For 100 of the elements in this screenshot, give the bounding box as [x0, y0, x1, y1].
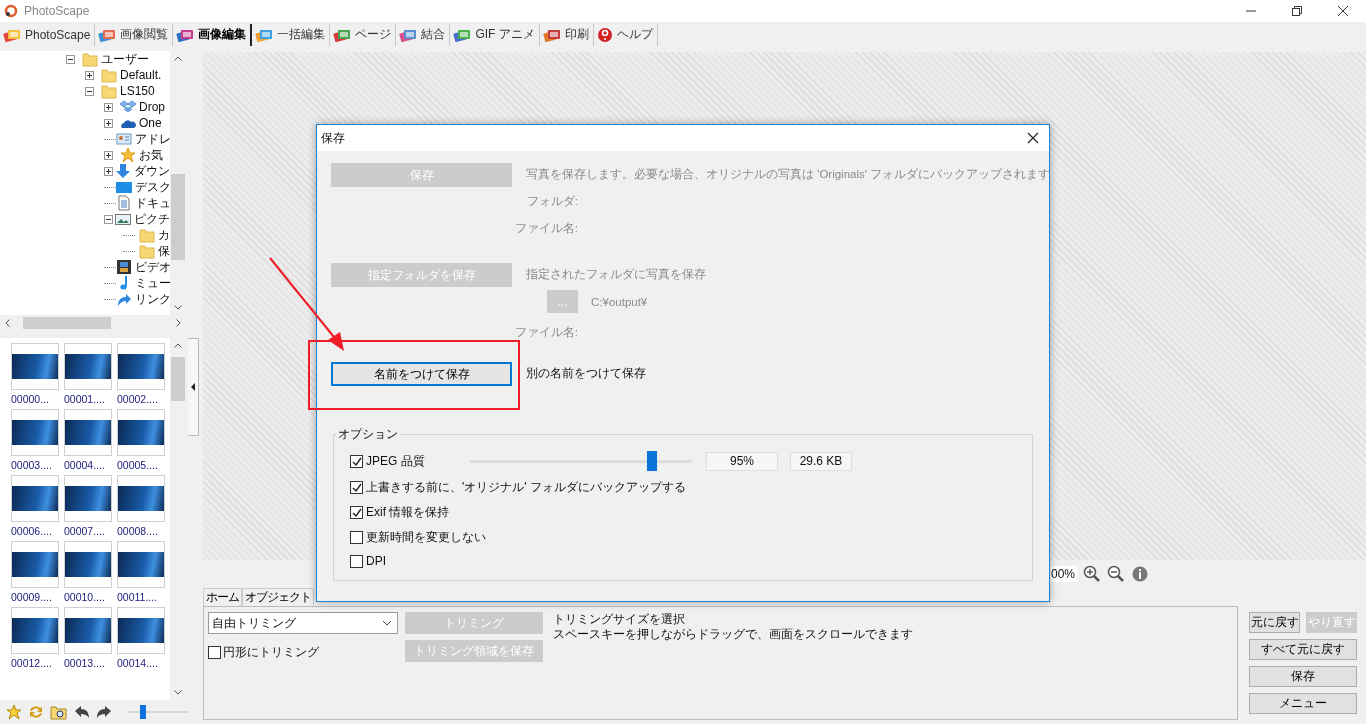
info-icon[interactable]	[1131, 565, 1149, 583]
tree-item[interactable]: お気	[139, 146, 163, 164]
main-tab[interactable]: PhotoScape	[0, 23, 96, 46]
collapse-icon[interactable]	[85, 86, 94, 96]
expand-icon[interactable]	[104, 102, 113, 112]
thumbnail-frame[interactable]	[117, 607, 165, 654]
tree-item[interactable]: LS150	[120, 84, 155, 98]
zoom-out-icon[interactable]	[1107, 565, 1125, 583]
thumbnail-frame[interactable]	[117, 343, 165, 390]
folder-path: C:¥output¥	[591, 295, 648, 308]
save-as-button[interactable]: 名前をつけて保存	[331, 362, 512, 386]
tree-item[interactable]: One	[139, 116, 162, 130]
thumbnail-frame[interactable]	[117, 409, 165, 456]
crop-mode-dropdown[interactable]: 自由トリミング	[208, 612, 398, 634]
thumbnail-frame[interactable]	[11, 343, 59, 390]
scrollbar-thumb[interactable]	[171, 174, 185, 260]
close-icon	[1338, 6, 1348, 16]
chevron-right-icon[interactable]	[176, 318, 181, 327]
checkbox[interactable]	[350, 531, 363, 544]
thumbnail-frame[interactable]	[11, 475, 59, 522]
tree-item[interactable]: ビデオ	[135, 258, 170, 276]
thumbnail-label: 00013....	[64, 657, 106, 669]
folder-search-icon[interactable]	[50, 704, 68, 720]
main-tab[interactable]: 画像閲覧	[95, 23, 174, 46]
field-label: ファイル名:	[514, 325, 578, 340]
thumbnail-label: 00000...	[11, 393, 50, 405]
tree-item[interactable]: アドレ	[135, 130, 170, 148]
main-tab[interactable]: ヘルプ	[593, 23, 658, 46]
thumbnail-label: 00003....	[11, 459, 53, 471]
chevron-up-icon[interactable]	[174, 56, 182, 61]
checkbox[interactable]	[350, 454, 363, 468]
scrollbar-thumb[interactable]	[171, 357, 185, 401]
thumbnail-frame[interactable]	[117, 541, 165, 588]
checkbox[interactable]	[350, 481, 363, 494]
description-text: 写真を保存します。必要な場合、オリジナルの写真は 'Originals' フォルダにバックアップされます	[526, 167, 1051, 182]
chevron-down-icon	[382, 620, 392, 626]
action-button[interactable]: すべて元に戻す	[1249, 639, 1357, 660]
tree-item[interactable]: ミュー	[135, 274, 170, 292]
thumbnail-frame[interactable]	[64, 541, 112, 588]
undo-icon[interactable]	[74, 704, 90, 720]
thumbnail-frame[interactable]	[64, 343, 112, 390]
tree-item[interactable]: ユーザー	[101, 51, 149, 68]
edit-tab[interactable]: オブジェクト	[242, 588, 314, 606]
tree-item[interactable]: Drop	[139, 100, 165, 114]
main-tab[interactable]: GIF アニメ	[450, 23, 540, 46]
chevron-down-icon[interactable]	[174, 305, 182, 310]
tree-item[interactable]: 保	[158, 242, 170, 260]
action-button[interactable]: 保存	[1249, 666, 1357, 687]
tree-item[interactable]: リンク	[135, 290, 170, 308]
main-tab[interactable]: ページ	[330, 23, 397, 46]
checkbox[interactable]	[208, 646, 221, 659]
photo-placeholder	[118, 420, 164, 445]
thumbnail-frame[interactable]	[11, 409, 59, 456]
photo-placeholder	[65, 354, 111, 379]
description-text: 指定されたフォルダに写真を保存	[526, 267, 706, 282]
tree-item[interactable]: デスク	[135, 178, 170, 196]
thumbnail-frame[interactable]	[11, 607, 59, 654]
down-arrow-icon	[115, 163, 131, 179]
help-icon	[596, 26, 613, 43]
star-icon	[120, 147, 136, 163]
expand-icon[interactable]	[85, 70, 94, 80]
tree-item[interactable]: ダウン	[134, 162, 170, 180]
folder-icon	[139, 243, 155, 259]
checkbox[interactable]	[350, 506, 363, 519]
chevron-up-icon[interactable]	[174, 343, 182, 348]
action-button[interactable]: メニュー	[1249, 693, 1357, 714]
thumbnail-frame[interactable]	[64, 475, 112, 522]
photo-placeholder	[12, 618, 58, 643]
tree-item[interactable]: カ	[158, 226, 170, 244]
tree-item[interactable]: Default.	[120, 68, 162, 82]
chevron-left-icon[interactable]	[5, 318, 10, 327]
scrollbar-thumb[interactable]	[23, 316, 111, 329]
main-tab[interactable]: 一括編集	[252, 23, 331, 46]
checkbox[interactable]	[350, 554, 363, 568]
redo-icon[interactable]	[96, 704, 112, 720]
expand-icon[interactable]	[104, 118, 113, 128]
expand-icon[interactable]	[104, 150, 113, 160]
action-button[interactable]: 元に戻す	[1249, 612, 1300, 633]
curved-arrow-icon	[116, 291, 132, 307]
edit-tab[interactable]: ホーム	[203, 588, 242, 606]
thumbnail-frame[interactable]	[64, 607, 112, 654]
tree-item[interactable]: ピクチ	[134, 210, 170, 228]
main-tab[interactable]: 結合	[396, 23, 451, 46]
film-icon	[116, 259, 132, 275]
collapse-icon[interactable]	[66, 54, 75, 64]
main-tab[interactable]: 印刷	[539, 23, 594, 46]
tree-item[interactable]: ドキュ	[135, 194, 170, 212]
thumbnail-frame[interactable]	[64, 409, 112, 456]
zoom-in-icon[interactable]	[1083, 565, 1101, 583]
collapse-icon[interactable]	[104, 214, 113, 224]
expand-icon[interactable]	[104, 166, 113, 176]
thumbnail-label: 00008....	[117, 525, 159, 537]
main-tab[interactable]: 画像編集	[173, 23, 253, 46]
size-slider[interactable]	[128, 705, 188, 719]
star-icon[interactable]	[6, 704, 22, 720]
quality-slider[interactable]	[470, 451, 692, 471]
chevron-down-icon[interactable]	[174, 690, 182, 695]
splitter-handle[interactable]	[188, 338, 199, 436]
thumbnail-frame[interactable]	[11, 541, 59, 588]
thumbnail-frame[interactable]	[117, 475, 165, 522]
